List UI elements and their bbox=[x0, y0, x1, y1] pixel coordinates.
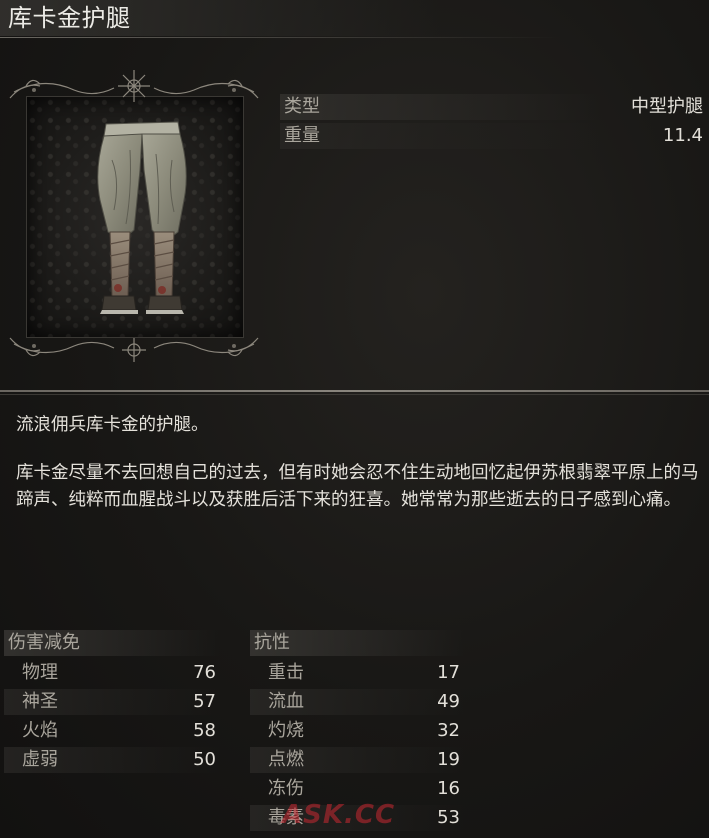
stat-value: 76 bbox=[193, 662, 216, 683]
resistance-row: 毒素 53 bbox=[250, 805, 464, 831]
stat-label: 毒素 bbox=[268, 807, 304, 828]
stat-label: 虚弱 bbox=[22, 749, 58, 770]
attribute-label: 类型 bbox=[284, 96, 320, 117]
resistance-title: 抗性 bbox=[254, 632, 290, 653]
stat-label: 冻伤 bbox=[268, 778, 304, 799]
stat-value: 49 bbox=[437, 691, 460, 712]
title-underline bbox=[0, 37, 560, 38]
resistance-row: 流血 49 bbox=[250, 689, 464, 715]
attribute-label: 重量 bbox=[284, 125, 320, 146]
damage-negation-header: 伤害减免 bbox=[4, 630, 220, 656]
damage-negation-row: 火焰 58 bbox=[4, 718, 220, 744]
section-divider bbox=[0, 386, 709, 398]
leg-armor-icon bbox=[97, 121, 187, 314]
damage-negation-row: 物理 76 bbox=[4, 660, 220, 686]
stat-value: 32 bbox=[437, 720, 460, 741]
stat-value: 19 bbox=[437, 749, 460, 770]
stat-label: 点燃 bbox=[268, 749, 304, 770]
stat-value: 57 bbox=[193, 691, 216, 712]
stat-value: 17 bbox=[437, 662, 460, 683]
stat-label: 灼烧 bbox=[268, 720, 304, 741]
resistance-header: 抗性 bbox=[250, 630, 464, 656]
stat-value: 50 bbox=[193, 749, 216, 770]
resistance-row: 灼烧 32 bbox=[250, 718, 464, 744]
attribute-value: 11.4 bbox=[662, 125, 703, 146]
attribute-row-weight: 重量 11.4 bbox=[280, 123, 709, 149]
damage-negation-row: 神圣 57 bbox=[4, 689, 220, 715]
item-title: 库卡金护腿 bbox=[8, 4, 131, 32]
stat-label: 物理 bbox=[22, 662, 58, 683]
stat-label: 神圣 bbox=[22, 691, 58, 712]
stat-value: 16 bbox=[437, 778, 460, 799]
stat-value: 53 bbox=[437, 807, 460, 828]
stat-label: 火焰 bbox=[22, 720, 58, 741]
attribute-row-type: 类型 中型护腿 bbox=[280, 94, 709, 120]
item-preview-frame bbox=[4, 68, 264, 366]
stat-label: 重击 bbox=[268, 662, 304, 683]
item-description-summary: 流浪佣兵库卡金的护腿。 bbox=[16, 415, 209, 435]
resistance-row: 重击 17 bbox=[250, 660, 464, 686]
stat-value: 58 bbox=[193, 720, 216, 741]
resistance-row: 点燃 19 bbox=[250, 747, 464, 773]
attribute-value: 中型护腿 bbox=[631, 96, 703, 117]
damage-negation-title: 伤害减免 bbox=[8, 632, 80, 653]
item-description-lore: 库卡金尽量不去回想自己的过去，但有时她会忍不住生动地回忆起伊苏根翡翠平原上的马蹄… bbox=[16, 463, 699, 510]
damage-negation-row: 虚弱 50 bbox=[4, 747, 220, 773]
resistance-row: 冻伤 16 bbox=[250, 776, 464, 802]
item-detail-screen: 库卡金护腿 类型 中型护腿 重量 11.4 流浪佣兵库卡金的护腿。 库卡金尽量不… bbox=[0, 0, 709, 838]
stat-label: 流血 bbox=[268, 691, 304, 712]
